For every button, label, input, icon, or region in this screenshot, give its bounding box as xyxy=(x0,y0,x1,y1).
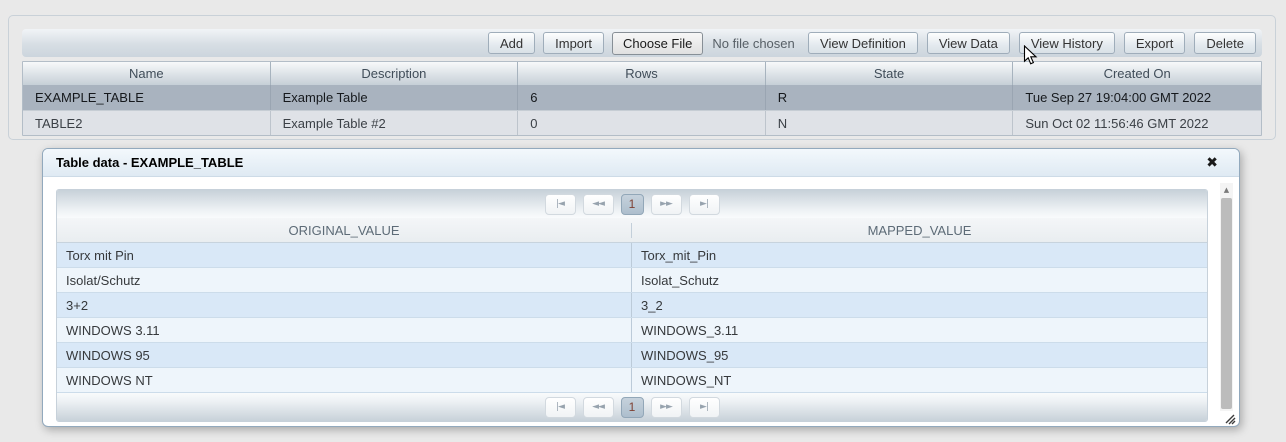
cell-original-value: WINDOWS NT xyxy=(57,368,632,392)
import-button[interactable]: Import xyxy=(543,32,604,54)
cell-mapped-value: WINDOWS_95 xyxy=(632,343,1207,367)
dialog-grid-header: ORIGINAL_VALUE MAPPED_VALUE xyxy=(57,218,1207,243)
file-input-group: Choose File No file chosen xyxy=(612,32,795,55)
cell-original-value: WINDOWS 95 xyxy=(57,343,632,367)
table-row-table2[interactable]: TABLE2 Example Table #2 0 N Sun Oct 02 1… xyxy=(23,110,1261,135)
view-definition-button[interactable]: View Definition xyxy=(808,32,918,54)
dialog-titlebar[interactable]: Table data - EXAMPLE_TABLE ✖ xyxy=(43,149,1239,177)
dialog-row: WINDOWS 3.11 WINDOWS_3.11 xyxy=(57,318,1207,343)
cell-created-on: Tue Sep 27 19:04:00 GMT 2022 xyxy=(1013,85,1261,110)
toolbar: Add Import Choose File No file chosen Vi… xyxy=(22,29,1262,57)
dialog-row: 3+2 3_2 xyxy=(57,293,1207,318)
column-header-name[interactable]: Name xyxy=(23,62,271,85)
close-icon[interactable]: ✖ xyxy=(1206,156,1218,170)
column-header-state[interactable]: State xyxy=(766,62,1014,85)
dialog-title: Table data - EXAMPLE_TABLE xyxy=(56,155,243,170)
export-button[interactable]: Export xyxy=(1124,32,1186,54)
resize-handle-icon[interactable] xyxy=(1224,412,1236,424)
first-page-button[interactable]: |◄ xyxy=(545,397,576,418)
choose-file-button[interactable]: Choose File xyxy=(612,32,703,55)
cell-description: Example Table xyxy=(271,85,519,110)
tables-panel: Add Import Choose File No file chosen Vi… xyxy=(8,15,1276,140)
dialog-row: Isolat/Schutz Isolat_Schutz xyxy=(57,268,1207,293)
last-page-button[interactable]: ►| xyxy=(689,194,720,215)
column-header-description[interactable]: Description xyxy=(271,62,519,85)
column-header-created-on[interactable]: Created On xyxy=(1013,62,1261,85)
tables-grid-header: Name Description Rows State Created On xyxy=(23,62,1261,85)
view-data-button[interactable]: View Data xyxy=(927,32,1010,54)
cell-description: Example Table #2 xyxy=(271,111,519,135)
prev-page-button[interactable]: ◄◄ xyxy=(583,194,614,215)
view-history-button[interactable]: View History xyxy=(1019,32,1115,54)
dialog-data-container: |◄ ◄◄ 1 ►► ►| ORIGINAL_VALUE MAPPED_VALU… xyxy=(56,189,1208,422)
cell-original-value: Isolat/Schutz xyxy=(57,268,632,292)
first-page-button[interactable]: |◄ xyxy=(545,194,576,215)
table-row-example-table[interactable]: EXAMPLE_TABLE Example Table 6 R Tue Sep … xyxy=(23,85,1261,110)
dialog-row: WINDOWS NT WINDOWS_NT xyxy=(57,368,1207,393)
pagination-top: |◄ ◄◄ 1 ►► ►| xyxy=(57,190,1207,218)
column-header-original-value[interactable]: ORIGINAL_VALUE xyxy=(57,223,632,238)
cell-rows: 6 xyxy=(518,85,766,110)
dialog-row: Torx mit Pin Torx_mit_Pin xyxy=(57,243,1207,268)
next-page-button[interactable]: ►► xyxy=(651,194,682,215)
toolbar-right-group: View Definition View Data View History E… xyxy=(808,32,1256,54)
next-page-button[interactable]: ►► xyxy=(651,397,682,418)
prev-page-button[interactable]: ◄◄ xyxy=(583,397,614,418)
cell-original-value: WINDOWS 3.11 xyxy=(57,318,632,342)
file-chosen-status: No file chosen xyxy=(712,36,794,51)
cell-created-on: Sun Oct 02 11:56:46 GMT 2022 xyxy=(1013,111,1261,135)
cell-name: EXAMPLE_TABLE xyxy=(23,85,271,110)
scroll-up-arrow-icon[interactable]: ▲ xyxy=(1220,183,1233,196)
cell-mapped-value: 3_2 xyxy=(632,293,1207,317)
cell-mapped-value: Torx_mit_Pin xyxy=(632,243,1207,267)
dialog-scrollbar[interactable]: ▲ xyxy=(1220,183,1233,411)
table-data-dialog: Table data - EXAMPLE_TABLE ✖ |◄ ◄◄ 1 ►► … xyxy=(42,148,1240,427)
scrollbar-thumb[interactable] xyxy=(1221,198,1232,409)
column-header-mapped-value[interactable]: MAPPED_VALUE xyxy=(632,223,1207,238)
cell-rows: 0 xyxy=(518,111,766,135)
last-page-button[interactable]: ►| xyxy=(689,397,720,418)
current-page-button[interactable]: 1 xyxy=(621,397,644,418)
current-page-button[interactable]: 1 xyxy=(621,194,644,215)
dialog-body: |◄ ◄◄ 1 ►► ►| ORIGINAL_VALUE MAPPED_VALU… xyxy=(43,177,1239,427)
tables-grid: Name Description Rows State Created On E… xyxy=(22,61,1262,136)
cell-original-value: Torx mit Pin xyxy=(57,243,632,267)
cell-mapped-value: WINDOWS_NT xyxy=(632,368,1207,392)
add-button[interactable]: Add xyxy=(488,32,535,54)
cell-mapped-value: Isolat_Schutz xyxy=(632,268,1207,292)
cell-original-value: 3+2 xyxy=(57,293,632,317)
cell-name: TABLE2 xyxy=(23,111,271,135)
delete-button[interactable]: Delete xyxy=(1194,32,1256,54)
cell-mapped-value: WINDOWS_3.11 xyxy=(632,318,1207,342)
cell-state: N xyxy=(766,111,1014,135)
page: Add Import Choose File No file chosen Vi… xyxy=(0,0,1286,442)
pagination-bottom: |◄ ◄◄ 1 ►► ►| xyxy=(57,393,1207,421)
column-header-rows[interactable]: Rows xyxy=(518,62,766,85)
cell-state: R xyxy=(766,85,1014,110)
dialog-row: WINDOWS 95 WINDOWS_95 xyxy=(57,343,1207,368)
